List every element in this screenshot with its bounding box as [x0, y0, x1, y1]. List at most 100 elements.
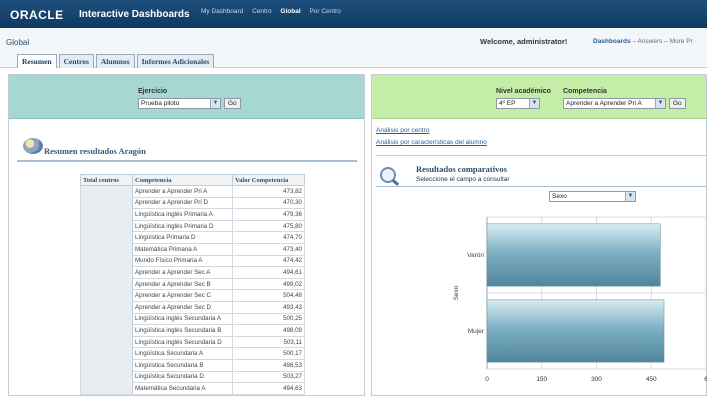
competencia-cell: Aprender a Aprender Sec C — [132, 289, 233, 302]
valor-cell: 496,53 — [232, 358, 305, 372]
total-centros-cell — [80, 185, 133, 395]
competencia-cell: Lingüística inglés Primaria D — [132, 219, 233, 233]
competencia-cell: Lingüística inglés Primaria A — [132, 208, 233, 221]
competencia-cell: Aprender a Aprender Pri A — [132, 185, 233, 198]
nav-centro[interactable]: Centro — [252, 8, 272, 15]
valor-cell: 498,09 — [232, 324, 305, 337]
right-panel: Nivel académico 4º EP ▼ Competencia Apren… — [371, 74, 707, 396]
tab-alumnos[interactable]: Alumnos — [95, 54, 135, 68]
header-total-centros: Total centros — [80, 174, 133, 186]
dashboards-link[interactable]: Dashboards — [593, 38, 631, 45]
valor-cell: 499,02 — [232, 277, 305, 291]
tab-informes-adicionales[interactable]: Informes Adicionales — [136, 54, 215, 68]
bar-0 — [486, 223, 661, 287]
valor-cell: 504,48 — [232, 289, 305, 302]
ejercicio-label: Ejercicio — [138, 88, 168, 95]
nav-global[interactable]: Global — [280, 8, 300, 15]
valor-cell: 470,30 — [232, 196, 305, 210]
summary-icon — [23, 138, 43, 154]
chevron-down-icon: ▼ — [625, 192, 635, 201]
header-competencia: Competencia — [132, 174, 233, 186]
valor-cell: 479,36 — [232, 208, 305, 221]
dashboard-name: Global — [6, 38, 30, 47]
analisis-alumno-link[interactable]: Análisis por características del alumno — [376, 139, 487, 146]
links-divider — [376, 155, 706, 156]
competencia-cell: Lingüística Secundaria D — [132, 370, 233, 384]
competencia-cell: Aprender a Aprender Sec D — [132, 300, 233, 314]
competencia-cell: Matemática Primaria A — [132, 242, 233, 256]
header-links: Dashboards – Answers – More Pr — [593, 38, 693, 45]
nav-my-dashboard[interactable]: My Dashboard — [201, 8, 243, 15]
valor-cell: 493,43 — [232, 300, 305, 314]
page-tabs: Resumen Centros Alumnos Informes Adicion… — [17, 54, 216, 68]
category-label: Mujer — [468, 328, 485, 335]
comparativos-divider — [376, 186, 706, 187]
summary-table: Total centros Competencia Valor Competen… — [80, 174, 305, 395]
comparativos-title: Resultados comparativos — [416, 164, 507, 174]
competencia-cell: Aprender a Aprender Pri D — [132, 196, 233, 210]
ejercicio-prompt-bar: Ejercicio Prueba piloto ▼ Go — [9, 75, 364, 119]
competencia-select[interactable]: Aprender a Aprender Pri A ▼ — [563, 98, 666, 109]
y-axis-title: Sexo — [453, 285, 460, 300]
competencia-cell: Matemática Secundaria A — [132, 382, 233, 395]
valor-cell: 474,70 — [232, 231, 305, 244]
valor-cell: 494,63 — [232, 382, 305, 395]
comparativos-subtitle: Seleccione el campo a consultar — [416, 176, 510, 183]
header-valor: Valor Competencia — [232, 174, 305, 186]
top-nav: My Dashboard Centro Global Por Centro — [201, 8, 348, 15]
field-select-value: Sexo — [552, 193, 567, 200]
valor-cell: 500,17 — [232, 347, 305, 360]
competencia-cell: Mundo Físico Primaria A — [132, 254, 233, 268]
nivel-select[interactable]: 4º EP ▼ — [496, 98, 540, 109]
valor-cell: 474,42 — [232, 254, 305, 268]
competencia-prompt-bar: Nivel académico 4º EP ▼ Competencia Apren… — [372, 75, 706, 119]
more-links[interactable]: – Answers – More Pr — [631, 38, 692, 45]
dashboard-content: Ejercicio Prueba piloto ▼ Go Resumen resu… — [0, 68, 707, 396]
competencia-cell: Lingüística Secundaria B — [132, 358, 233, 372]
nav-por-centro[interactable]: Por Centro — [309, 8, 340, 15]
magnifier-icon — [380, 167, 396, 183]
field-select[interactable]: Sexo ▼ — [549, 191, 636, 202]
valor-cell: 473,40 — [232, 242, 305, 256]
valor-cell: 475,80 — [232, 219, 305, 233]
left-panel: Ejercicio Prueba piloto ▼ Go Resumen resu… — [8, 74, 365, 396]
competencia-cell: Lingüística Primaria D — [132, 231, 233, 244]
tab-resumen[interactable]: Resumen — [17, 54, 57, 68]
analisis-centro-link[interactable]: Análisis por centro — [376, 127, 429, 134]
comparison-bar-chart: 0 150 300 450 6VarónMujerSexo — [453, 216, 707, 383]
ejercicio-go-button[interactable]: Go — [224, 98, 241, 109]
competencia-value: Aprender a Aprender Pri A — [566, 100, 642, 107]
valor-cell: 503,27 — [232, 370, 305, 384]
ejercicio-select[interactable]: Prueba piloto ▼ — [138, 98, 221, 109]
competencia-go-button[interactable]: Go — [669, 98, 686, 109]
x-tick-label: 300 — [591, 376, 602, 383]
valor-cell: 503,11 — [232, 335, 305, 349]
section-divider — [17, 160, 357, 162]
summary-title: Resumen resultados Aragón — [44, 146, 146, 156]
competencia-cell: Lingüística inglés Secundaria B — [132, 324, 233, 337]
oracle-logo: ORACLE — [10, 8, 64, 22]
nivel-value: 4º EP — [499, 100, 516, 107]
welcome-text: Welcome, administrator! — [480, 37, 568, 46]
competencia-cell: Lingüística Secundaria A — [132, 347, 233, 360]
valor-cell: 500,25 — [232, 312, 305, 326]
summary-table-body: Aprender a Aprender Pri A 473,82 Aprender … — [80, 185, 305, 395]
table-row: Aprender a Aprender Pri A 473,82 — [80, 185, 305, 395]
ejercicio-value: Prueba piloto — [141, 100, 180, 107]
top-banner: ORACLE Interactive Dashboards My Dashboa… — [0, 0, 707, 28]
category-label: Varón — [467, 252, 484, 259]
competencia-cell: Aprender a Aprender Sec B — [132, 277, 233, 291]
chevron-down-icon: ▼ — [655, 99, 665, 108]
app-title: Interactive Dashboards — [79, 9, 190, 20]
chevron-down-icon: ▼ — [529, 99, 539, 108]
x-tick-label: 150 — [536, 376, 547, 383]
competencia-cell: Lingüística inglés Secundaria D — [132, 335, 233, 349]
bar-1 — [486, 299, 665, 363]
competencia-label: Competencia — [563, 88, 607, 95]
valor-cell: 494,61 — [232, 266, 305, 279]
x-tick-label: 0 — [485, 376, 489, 383]
chevron-down-icon: ▼ — [210, 99, 220, 108]
x-tick-label: 450 — [646, 376, 657, 383]
tab-centros[interactable]: Centros — [58, 54, 94, 68]
competencia-cell: Lingüística inglés Secundaria A — [132, 312, 233, 326]
